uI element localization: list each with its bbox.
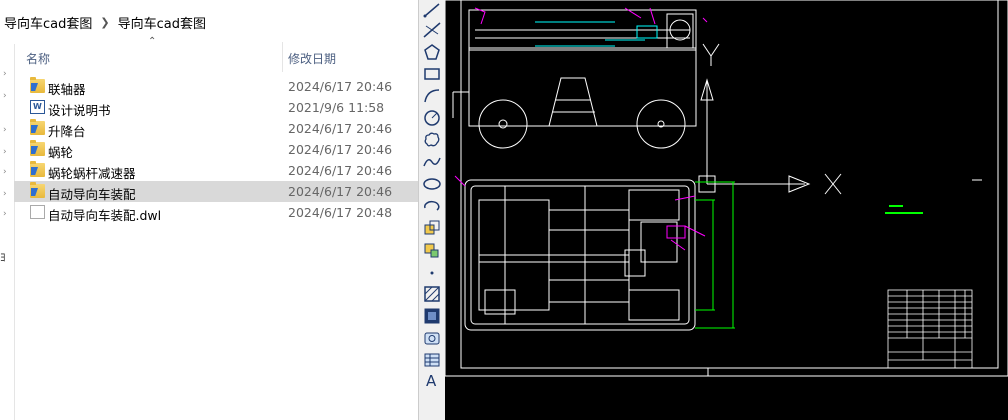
rectangle-icon[interactable] (422, 64, 442, 84)
column-name-header[interactable]: 名称 (26, 50, 50, 67)
folder-icon (30, 161, 45, 177)
column-header: ⌃ 名称 修改日期 (14, 36, 418, 72)
file-name: 自动导向车装配 (48, 187, 136, 202)
file-row-selected[interactable]: 自动导向车装配 2024/6/17 20:46 (14, 181, 418, 202)
side-view-cyan-details (535, 21, 658, 47)
make-block-icon[interactable] (422, 240, 442, 260)
breadcrumb-item-current[interactable]: 导向车cad套图 (114, 13, 210, 32)
cad-drawing (445, 0, 1008, 377)
folder-icon (30, 77, 45, 93)
ucs-icon (698, 43, 842, 195)
point-icon[interactable] (422, 262, 442, 282)
file-name: 联轴器 (48, 82, 86, 97)
nav-label: ﾖ (0, 251, 6, 264)
file-name: 自动导向车装配.dwl (48, 208, 162, 223)
file-row[interactable]: 蜗轮蜗杆减速器 2024/6/17 20:46 (14, 160, 418, 181)
revision-cloud-icon[interactable] (422, 130, 442, 150)
arc-icon[interactable] (422, 86, 442, 106)
file-row[interactable]: 联轴器 2024/6/17 20:46 (14, 76, 418, 97)
vehicle-plan-view (464, 179, 696, 331)
insert-block-icon[interactable] (422, 218, 442, 238)
chevron-right-icon[interactable]: › (3, 70, 11, 79)
top-strip (0, 0, 418, 6)
file-date: 2021/9/6 11:58 (288, 100, 385, 115)
gradient-icon[interactable] (422, 306, 442, 326)
ucs-x-axis-label: X (825, 172, 826, 173)
ucs-y-axis-label: Y (703, 40, 704, 41)
chevron-right-icon[interactable]: › (3, 168, 11, 177)
file-icon (30, 205, 45, 219)
multiline-text-icon[interactable]: A (422, 372, 442, 392)
file-date: 2024/6/17 20:46 (288, 184, 393, 199)
file-list: 联轴器 2024/6/17 20:46 W 设计说明书 2021/9/6 11:… (14, 76, 418, 223)
file-explorer: 导向车cad套图 ❯ 导向车cad套图 › › › › › › › ﾖ ⌃ 名称… (0, 0, 418, 420)
column-date-header[interactable]: 修改日期 (288, 50, 336, 67)
file-date: 2024/6/17 20:48 (288, 205, 393, 220)
cad-draw-toolbar: A (418, 0, 446, 420)
hatch-icon[interactable] (422, 284, 442, 304)
spline-icon[interactable] (422, 152, 442, 172)
chevron-right-icon[interactable]: › (3, 190, 11, 199)
table-icon[interactable] (422, 350, 442, 370)
plan-view-dimension-lines (695, 181, 735, 329)
construction-line-icon[interactable] (422, 20, 442, 40)
word-doc-icon: W (30, 100, 45, 114)
file-name: 设计说明书 (48, 103, 111, 118)
file-date: 2024/6/17 20:46 (288, 163, 393, 178)
file-name: 升降台 (48, 124, 86, 139)
folder-icon (30, 140, 45, 156)
sort-up-icon: ⌃ (148, 36, 157, 47)
line-tool-icon[interactable] (422, 0, 442, 20)
file-row[interactable]: 蜗轮 2024/6/17 20:46 (14, 139, 418, 160)
navigation-pane[interactable]: › › › › › › › ﾖ (0, 44, 15, 420)
green-annotation (885, 205, 923, 214)
file-date: 2024/6/17 20:46 (288, 142, 393, 157)
chevron-right-icon[interactable]: › (3, 148, 11, 157)
file-row[interactable]: W 设计说明书 2021/9/6 11:58 (14, 97, 418, 118)
chevron-right-icon[interactable]: › (3, 210, 11, 219)
vehicle-side-view (452, 9, 697, 149)
folder-icon (30, 119, 45, 135)
chevron-right-icon: ❯ (100, 15, 110, 29)
breadcrumb: 导向车cad套图 ❯ 导向车cad套图 (0, 10, 418, 34)
ellipse-arc-icon[interactable] (422, 196, 442, 216)
file-date: 2024/6/17 20:46 (288, 79, 393, 94)
chevron-right-icon[interactable]: › (3, 126, 11, 135)
file-date: 2024/6/17 20:46 (288, 121, 393, 136)
folder-icon (30, 182, 45, 198)
plan-view-magenta-leaders (454, 175, 706, 251)
circle-icon[interactable] (422, 108, 442, 128)
file-row[interactable]: 自动导向车装配.dwl 2024/6/17 20:48 (14, 202, 418, 223)
column-divider[interactable] (282, 42, 283, 72)
cad-drawing-area[interactable]: Y X (445, 0, 1008, 420)
file-name: 蜗轮蜗杆减速器 (48, 166, 136, 181)
title-block (887, 289, 973, 369)
ellipse-icon[interactable] (422, 174, 442, 194)
breadcrumb-item-parent[interactable]: 导向车cad套图 (0, 13, 96, 32)
chevron-right-icon[interactable]: › (3, 92, 11, 101)
region-icon[interactable] (422, 328, 442, 348)
file-name: 蜗轮 (48, 145, 74, 160)
file-row[interactable]: 升降台 2024/6/17 20:46 (14, 118, 418, 139)
polygon-icon[interactable] (422, 42, 442, 62)
